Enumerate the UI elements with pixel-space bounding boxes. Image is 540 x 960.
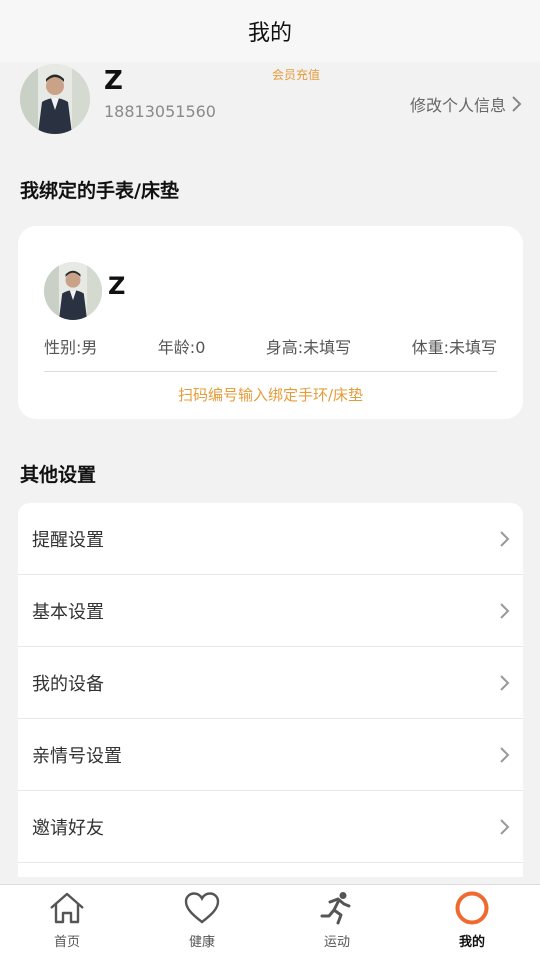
bottom-tab-bar: 首页 健康 运动 我的 <box>0 884 540 960</box>
home-icon <box>50 892 84 924</box>
chevron-right-icon <box>500 746 510 763</box>
tab-label: 健康 <box>188 935 215 950</box>
chevron-right-icon <box>500 818 510 835</box>
settings-item-reminder[interactable]: 提醒设置 <box>18 503 523 575</box>
bound-devices-title: 我绑定的手表/床垫 <box>20 180 179 202</box>
ring-icon <box>455 891 489 925</box>
other-settings-title: 其他设置 <box>20 464 97 486</box>
tab-sport[interactable]: 运动 <box>297 891 377 957</box>
settings-item-label: 提醒设置 <box>32 529 104 551</box>
tab-home[interactable]: 首页 <box>27 891 107 957</box>
tab-health[interactable]: 健康 <box>162 891 242 957</box>
bound-user-avatar <box>44 262 102 320</box>
tab-label: 运动 <box>323 935 350 950</box>
bound-user-stats: 性别:男 年龄:0 身高:未填写 体重:未填写 <box>44 334 497 358</box>
chevron-right-icon <box>512 96 522 112</box>
avatar[interactable] <box>20 64 90 134</box>
bind-device-link[interactable]: 扫码编号输入绑定手环/床垫 <box>18 384 523 405</box>
bound-user-name: Z <box>108 272 126 300</box>
settings-item-my-devices[interactable]: 我的设备 <box>18 647 523 719</box>
settings-list: 提醒设置 基本设置 我的设备 亲情号设置 邀请好友 <box>18 503 523 877</box>
weight-value: 体重:未填写 <box>411 338 497 357</box>
top-bar: 我的 <box>0 0 540 62</box>
card-divider <box>44 371 497 372</box>
chevron-right-icon <box>500 530 510 547</box>
settings-item-invite-friends[interactable]: 邀请好友 <box>18 791 523 863</box>
edit-profile-label: 修改个人信息 <box>409 96 506 115</box>
edit-profile-link[interactable]: 修改个人信息 <box>410 92 524 116</box>
user-name: Z <box>104 66 123 96</box>
heart-icon <box>184 892 220 924</box>
settings-item-label: 我的设备 <box>32 673 104 695</box>
tab-mine[interactable]: 我的 <box>432 891 512 957</box>
tab-label: 首页 <box>53 935 80 950</box>
age-value: 年龄:0 <box>157 338 206 357</box>
settings-item-basic[interactable]: 基本设置 <box>18 575 523 647</box>
user-phone: 18813051560 <box>104 102 216 121</box>
bound-device-card[interactable]: Z 性别:男 年龄:0 身高:未填写 体重:未填写 扫码编号输入绑定手环/床垫 <box>18 226 523 419</box>
chevron-right-icon <box>500 674 510 691</box>
profile-header: Z 18813051560 会员充值 修改个人信息 <box>0 62 540 148</box>
settings-item-family-number[interactable]: 亲情号设置 <box>18 719 523 791</box>
vip-recharge-link[interactable]: 会员充值 <box>272 66 320 83</box>
settings-item-label: 邀请好友 <box>32 817 104 839</box>
chevron-right-icon <box>500 602 510 619</box>
gender-value: 性别:男 <box>44 338 98 357</box>
running-icon <box>320 892 351 925</box>
tab-label: 我的 <box>458 935 485 950</box>
settings-item-label: 基本设置 <box>32 601 104 623</box>
page: 我的 Z 18813051560 会员充值 修改个人信息 我绑定的手表/床垫 Z… <box>0 0 540 960</box>
height-value: 身高:未填写 <box>265 338 352 357</box>
page-title: 我的 <box>247 21 292 46</box>
settings-item-label: 亲情号设置 <box>32 745 122 767</box>
